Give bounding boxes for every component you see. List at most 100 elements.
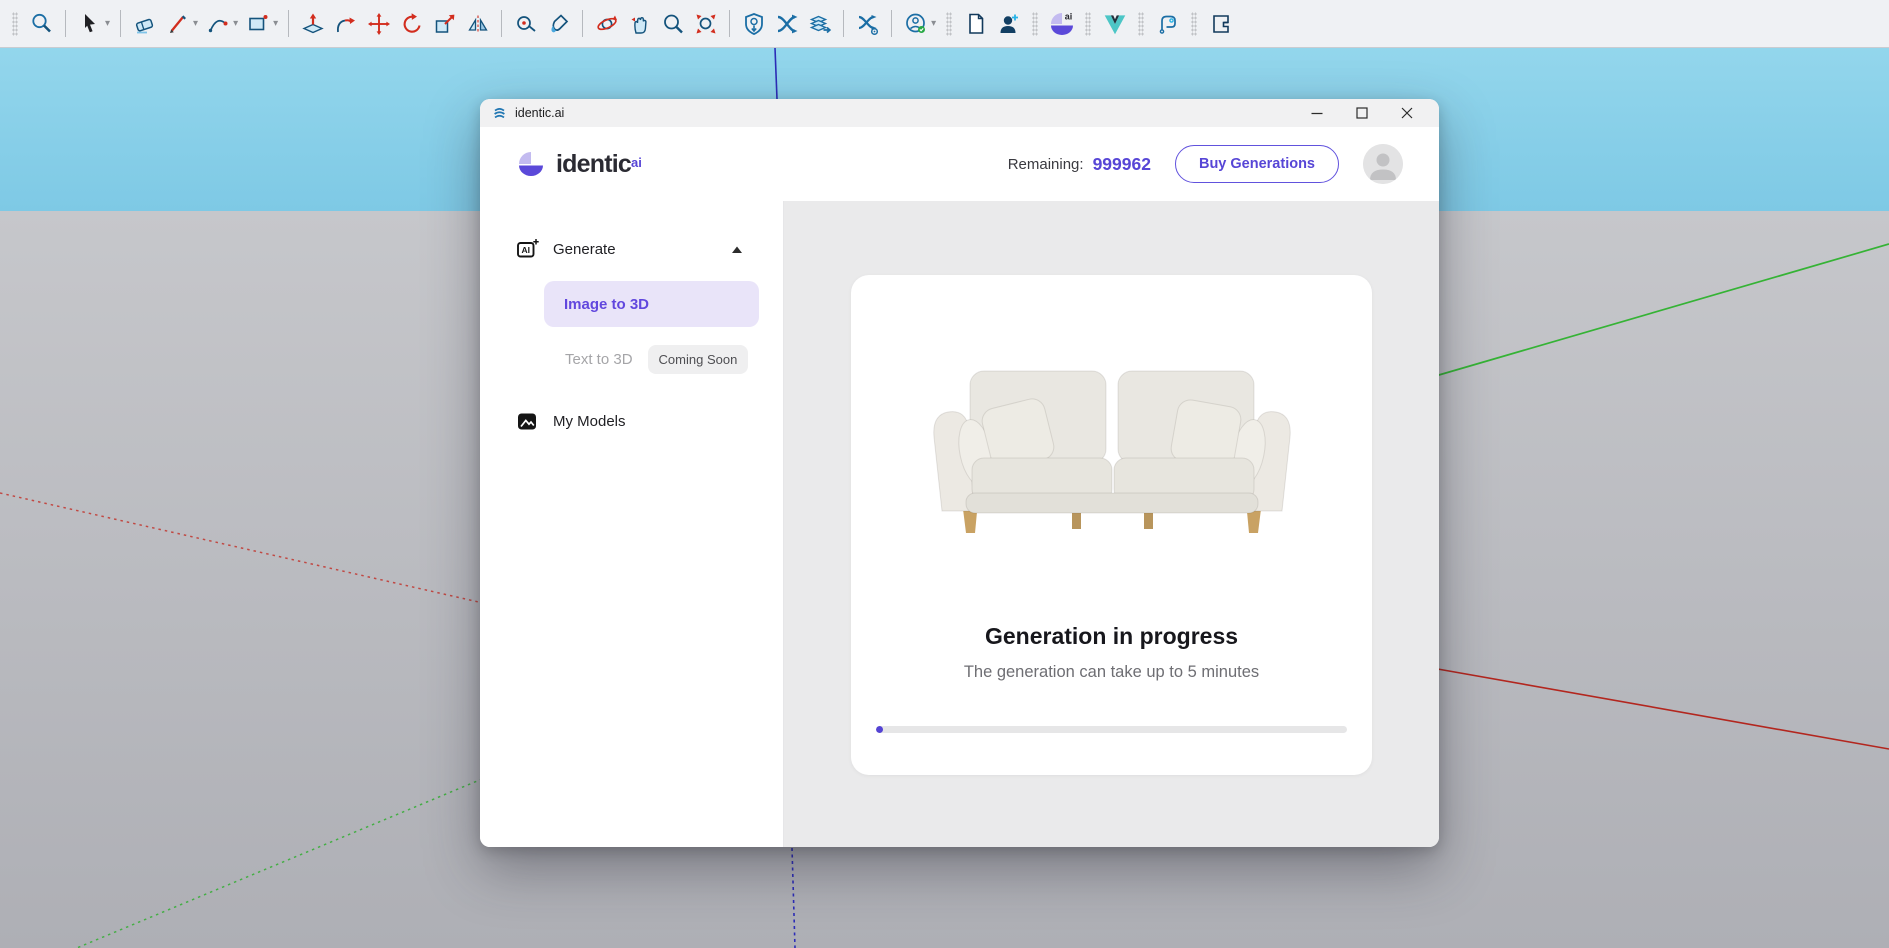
toolbar-drag-handle[interactable] (1191, 12, 1197, 36)
move-icon (367, 12, 391, 36)
window-controls (1311, 107, 1427, 119)
pencil-tool-button[interactable] (162, 8, 193, 39)
flip-tool-button[interactable] (462, 8, 493, 39)
v-check-plugin-button[interactable] (1099, 8, 1130, 39)
brand-name: identic (556, 150, 631, 178)
add-person-button[interactable] (993, 8, 1024, 39)
layers-export-icon (808, 12, 832, 36)
generate-ai-icon: AI (516, 238, 539, 261)
sidebar: AI Generate Image to 3D Text to 3D Comin… (480, 201, 784, 847)
window-title: identic.ai (515, 106, 564, 120)
toolbar-separator (891, 10, 892, 37)
chevron-down-icon[interactable]: ▾ (273, 18, 278, 29)
buy-generations-button[interactable]: Buy Generations (1175, 145, 1339, 183)
remaining-value: 999962 (1093, 154, 1151, 175)
identic-logo-icon (516, 149, 546, 179)
generation-card: Generation in progress The generation ca… (851, 275, 1372, 775)
toolbar-drag-handle[interactable] (1085, 12, 1091, 36)
image-to-3d-label: Image to 3D (564, 296, 649, 313)
minimize-button[interactable] (1311, 107, 1323, 119)
generation-status-subtitle: The generation can take up to 5 minutes (964, 663, 1259, 682)
sidebar-item-text-to-3d: Text to 3D Coming Soon (565, 345, 783, 374)
toolbar-drag-handle[interactable] (1032, 12, 1038, 36)
move-tool-button[interactable] (363, 8, 394, 39)
chevron-down-icon[interactable]: ▾ (931, 18, 936, 29)
toolbar-drag-handle[interactable] (1138, 12, 1144, 36)
layers-export-button[interactable] (804, 8, 835, 39)
window-titlebar[interactable]: identic.ai (480, 99, 1439, 127)
my-models-label: My Models (553, 413, 626, 430)
zoom-extents-icon (694, 12, 718, 36)
sidebar-item-my-models[interactable]: My Models (516, 410, 783, 433)
swap-arrows-button[interactable] (771, 8, 802, 39)
app-body: AI Generate Image to 3D Text to 3D Comin… (480, 201, 1439, 847)
push-pull-icon (301, 12, 325, 36)
tape-measure-icon (514, 12, 538, 36)
eraser-icon (133, 12, 157, 36)
brand-sup: ai (631, 155, 642, 170)
maximize-button[interactable] (1356, 107, 1368, 119)
chevron-up-icon[interactable] (731, 245, 743, 254)
toolbar-separator (501, 10, 502, 37)
robot-plugin-button[interactable] (1152, 8, 1183, 39)
tape-measure-tool-button[interactable] (510, 8, 541, 39)
identic-ai-plugin-button[interactable]: ai (1046, 8, 1077, 39)
pan-tool-button[interactable] (624, 8, 655, 39)
progress-bar (876, 726, 1347, 733)
chevron-down-icon[interactable]: ▾ (233, 18, 238, 29)
rectangle-tool-button[interactable] (242, 8, 273, 39)
section-box-plugin-button[interactable] (1205, 8, 1236, 39)
shield-download-button[interactable] (738, 8, 769, 39)
toolbar-separator (120, 10, 121, 37)
swap-arrows-settings-button[interactable] (852, 8, 883, 39)
magnifier-select-button[interactable] (26, 8, 57, 39)
new-document-button[interactable] (960, 8, 991, 39)
scale-icon (433, 12, 457, 36)
text-to-3d-label: Text to 3D (565, 351, 633, 368)
sketchup-logo-icon (492, 106, 507, 121)
chevron-down-icon[interactable]: ▾ (105, 18, 110, 29)
coming-soon-badge: Coming Soon (648, 345, 749, 374)
rectangle-icon (246, 12, 270, 36)
app-header: identicai Remaining: 999962 Buy Generati… (480, 127, 1439, 201)
swap-arrows-icon (775, 12, 799, 36)
zoom-icon (661, 12, 685, 36)
sidebar-item-image-to-3d[interactable]: Image to 3D (544, 281, 759, 327)
toolbar-separator (843, 10, 844, 37)
close-button[interactable] (1401, 107, 1413, 119)
scale-tool-button[interactable] (429, 8, 460, 39)
chevron-down-icon[interactable]: ▾ (193, 18, 198, 29)
remaining-label: Remaining: (1008, 156, 1084, 173)
toolbar-drag-handle[interactable] (12, 12, 18, 36)
swap-arrows-settings-icon (856, 12, 880, 36)
generate-label: Generate (553, 241, 616, 258)
eraser-tool-button[interactable] (129, 8, 160, 39)
header-right: Remaining: 999962 Buy Generations (1008, 144, 1403, 184)
rotate-icon (400, 12, 424, 36)
arc-tool-button[interactable] (202, 8, 233, 39)
generate-ai-icon-label: AI (521, 245, 530, 255)
select-tool-button[interactable] (74, 8, 105, 39)
toolbar-separator (729, 10, 730, 37)
toolbar-separator (65, 10, 66, 37)
identic-ai-icon-label: ai (1064, 11, 1072, 21)
follow-me-tool-button[interactable] (330, 8, 361, 39)
account-button[interactable] (900, 8, 931, 39)
zoom-tool-button[interactable] (657, 8, 688, 39)
pencil-icon (166, 12, 190, 36)
toolbar-separator (288, 10, 289, 37)
push-pull-tool-button[interactable] (297, 8, 328, 39)
identic-app-window: identic.ai identicai Remaining (480, 99, 1439, 847)
sidebar-section-generate[interactable]: AI Generate (480, 229, 783, 269)
paint-bucket-tool-button[interactable] (543, 8, 574, 39)
toolbar-separator (582, 10, 583, 37)
rotate-tool-button[interactable] (396, 8, 427, 39)
zoom-extents-tool-button[interactable] (690, 8, 721, 39)
remaining-counter: Remaining: 999962 (1008, 154, 1151, 175)
orbit-tool-button[interactable] (591, 8, 622, 39)
progress-fill (876, 726, 883, 733)
identic-brand: identicai (516, 149, 642, 179)
toolbar-drag-handle[interactable] (946, 12, 952, 36)
new-document-icon (964, 12, 988, 36)
avatar[interactable] (1363, 144, 1403, 184)
